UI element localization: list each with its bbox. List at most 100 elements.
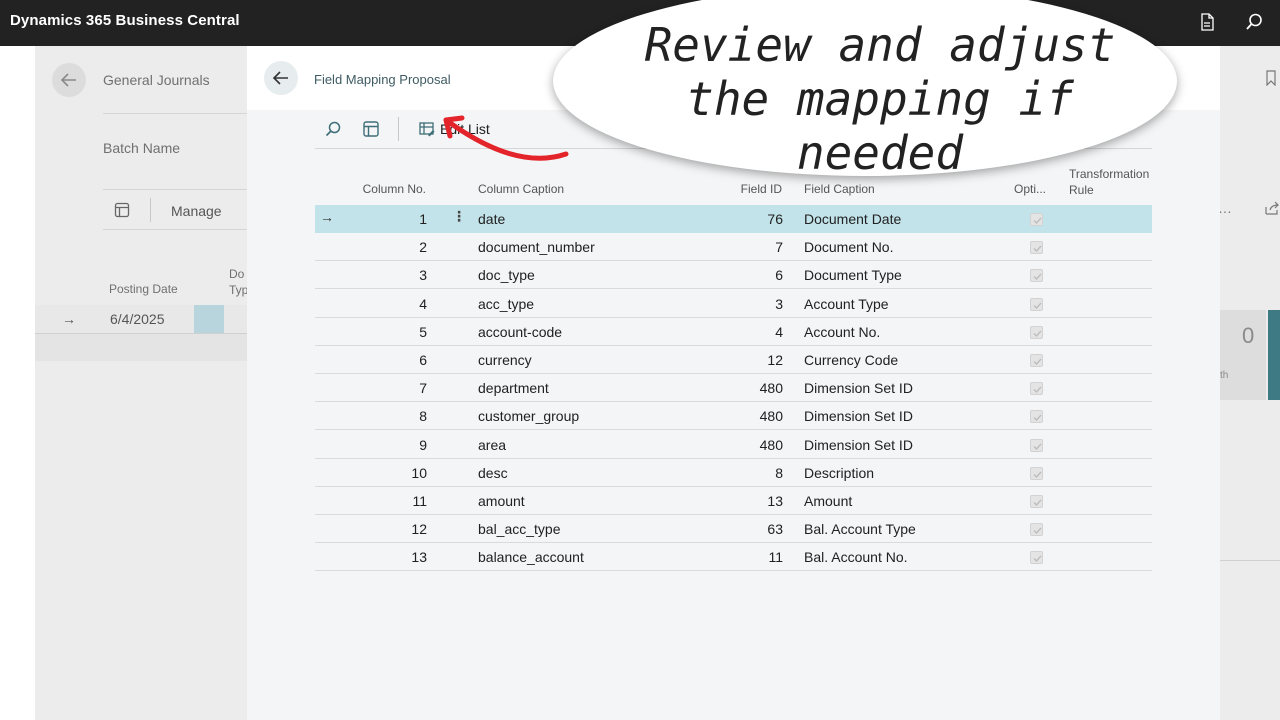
field-id-cell[interactable]: 4	[715, 324, 783, 340]
table-row[interactable]: 3 doc_type 6 Document Type	[315, 261, 1152, 290]
column-no-cell[interactable]: 7	[365, 380, 427, 396]
column-no-cell[interactable]: 8	[365, 408, 427, 424]
column-caption-header[interactable]: Column Caption	[478, 182, 564, 196]
optional-checkbox[interactable]	[1030, 438, 1043, 452]
search-icon[interactable]	[1244, 12, 1264, 32]
column-no-header[interactable]: Column No.	[340, 182, 426, 196]
field-caption-cell[interactable]: Dimension Set ID	[804, 380, 913, 396]
field-id-cell[interactable]: 7	[715, 239, 783, 255]
optional-checkbox[interactable]	[1030, 213, 1043, 226]
field-caption-cell[interactable]: Bal. Account No.	[804, 549, 908, 565]
document-icon[interactable]	[1197, 12, 1217, 32]
optional-checkbox[interactable]	[1030, 269, 1043, 283]
column-no-cell[interactable]: 5	[365, 324, 427, 340]
red-arrow-icon	[443, 115, 569, 161]
field-caption-cell[interactable]: Bal. Account Type	[804, 521, 916, 537]
column-caption-cell[interactable]: balance_account	[478, 549, 584, 565]
field-caption-cell[interactable]: Description	[804, 465, 874, 481]
table-row[interactable]: 8 customer_group 480 Dimension Set ID	[315, 402, 1152, 431]
field-id-cell[interactable]: 3	[715, 296, 783, 312]
column-caption-cell[interactable]: document_number	[478, 239, 595, 255]
optional-checkbox[interactable]	[1030, 466, 1043, 480]
back-button[interactable]	[264, 61, 298, 95]
column-no-cell[interactable]: 11	[365, 493, 427, 509]
column-no-cell[interactable]: 4	[365, 296, 427, 312]
field-id-cell[interactable]: 63	[715, 521, 783, 537]
table-row[interactable]: 2 document_number 7 Document No.	[315, 233, 1152, 262]
column-no-cell[interactable]: 1	[365, 211, 427, 227]
optional-checkbox[interactable]	[1030, 551, 1043, 565]
field-id-cell[interactable]: 8	[715, 465, 783, 481]
field-caption-cell[interactable]: Currency Code	[804, 352, 898, 368]
field-caption-header[interactable]: Field Caption	[804, 182, 875, 196]
column-caption-cell[interactable]: area	[478, 437, 506, 453]
column-caption-cell[interactable]: customer_group	[478, 408, 579, 424]
table-row[interactable]: 5 account-code 4 Account No.	[315, 318, 1152, 346]
row-actions-menu-icon[interactable]: ⋮	[452, 208, 466, 225]
optional-checkbox[interactable]	[1030, 382, 1043, 396]
column-caption-cell[interactable]: currency	[478, 352, 532, 368]
optional-checkbox[interactable]	[1030, 325, 1043, 339]
table-row[interactable]: 13 balance_account 11 Bal. Account No.	[315, 543, 1152, 572]
field-id-cell[interactable]: 13	[715, 493, 783, 509]
table-row[interactable]: → ⋮ 1 date 76 Document Date	[315, 205, 1152, 233]
column-no-cell[interactable]: 10	[365, 465, 427, 481]
column-caption-cell[interactable]: account-code	[478, 324, 562, 340]
column-caption-cell[interactable]: date	[478, 211, 505, 227]
field-id-cell[interactable]: 480	[715, 408, 783, 424]
table-row[interactable]: 12 bal_acc_type 63 Bal. Account Type	[315, 515, 1152, 544]
column-caption-cell[interactable]: desc	[478, 465, 508, 481]
field-caption-cell[interactable]: Dimension Set ID	[804, 437, 913, 453]
table-row[interactable]: 10 desc 8 Description	[315, 459, 1152, 487]
field-caption-cell[interactable]: Amount	[804, 493, 852, 509]
field-id-cell[interactable]: 480	[715, 437, 783, 453]
field-caption-cell[interactable]: Document Date	[804, 211, 901, 227]
optional-checkbox[interactable]	[1030, 410, 1043, 424]
column-no-cell[interactable]: 6	[365, 352, 427, 368]
field-id-header[interactable]: Field ID	[715, 182, 782, 196]
divider	[103, 113, 247, 114]
field-caption-cell[interactable]: Document No.	[804, 239, 893, 255]
field-caption-cell[interactable]: Account Type	[804, 296, 889, 312]
checkmark-icon	[1033, 217, 1042, 225]
optional-header[interactable]: Opti...	[1014, 182, 1046, 196]
column-caption-cell[interactable]: amount	[478, 493, 525, 509]
manage-menu: Manage	[171, 203, 222, 219]
optional-checkbox[interactable]	[1030, 495, 1043, 508]
field-caption-cell[interactable]: Dimension Set ID	[804, 408, 913, 424]
column-no-cell[interactable]: 2	[365, 239, 427, 255]
optional-checkbox[interactable]	[1030, 241, 1043, 255]
field-id-cell[interactable]: 12	[715, 352, 783, 368]
column-no-cell[interactable]: 3	[365, 267, 427, 283]
field-id-cell[interactable]: 480	[715, 380, 783, 396]
background-back-button	[52, 63, 86, 97]
column-caption-cell[interactable]: department	[478, 380, 549, 396]
back-arrow-icon	[60, 73, 76, 87]
divider	[103, 189, 247, 190]
table-row[interactable]: 7 department 480 Dimension Set ID	[315, 374, 1152, 403]
optional-checkbox[interactable]	[1030, 523, 1043, 537]
field-caption-cell[interactable]: Account No.	[804, 324, 880, 340]
table-row[interactable]: 6 currency 12 Currency Code	[315, 346, 1152, 374]
callout-text: Review and adjust the mapping if needed	[590, 18, 1170, 180]
column-caption-cell[interactable]: bal_acc_type	[478, 521, 561, 537]
field-caption-cell[interactable]: Document Type	[804, 267, 902, 283]
table-row[interactable]: 4 acc_type 3 Account Type	[315, 290, 1152, 318]
field-id-cell[interactable]: 76	[715, 211, 783, 227]
column-no-cell[interactable]: 13	[365, 549, 427, 565]
column-no-cell[interactable]: 9	[365, 437, 427, 453]
column-caption-cell[interactable]: doc_type	[478, 267, 535, 283]
column-caption-cell[interactable]: acc_type	[478, 296, 534, 312]
more-options-icon: …	[1218, 200, 1232, 216]
column-no-cell[interactable]: 12	[365, 521, 427, 537]
field-id-cell[interactable]: 6	[715, 267, 783, 283]
search-icon[interactable]	[324, 120, 342, 138]
table-view-icon[interactable]	[362, 120, 380, 138]
field-id-cell[interactable]: 11	[715, 549, 783, 565]
table-row[interactable]: 11 amount 13 Amount	[315, 487, 1152, 515]
optional-checkbox[interactable]	[1030, 354, 1043, 367]
share-icon	[1265, 201, 1279, 215]
table-row[interactable]: 9 area 480 Dimension Set ID	[315, 431, 1152, 459]
app-title[interactable]: Dynamics 365 Business Central	[10, 12, 240, 29]
optional-checkbox[interactable]	[1030, 297, 1043, 311]
